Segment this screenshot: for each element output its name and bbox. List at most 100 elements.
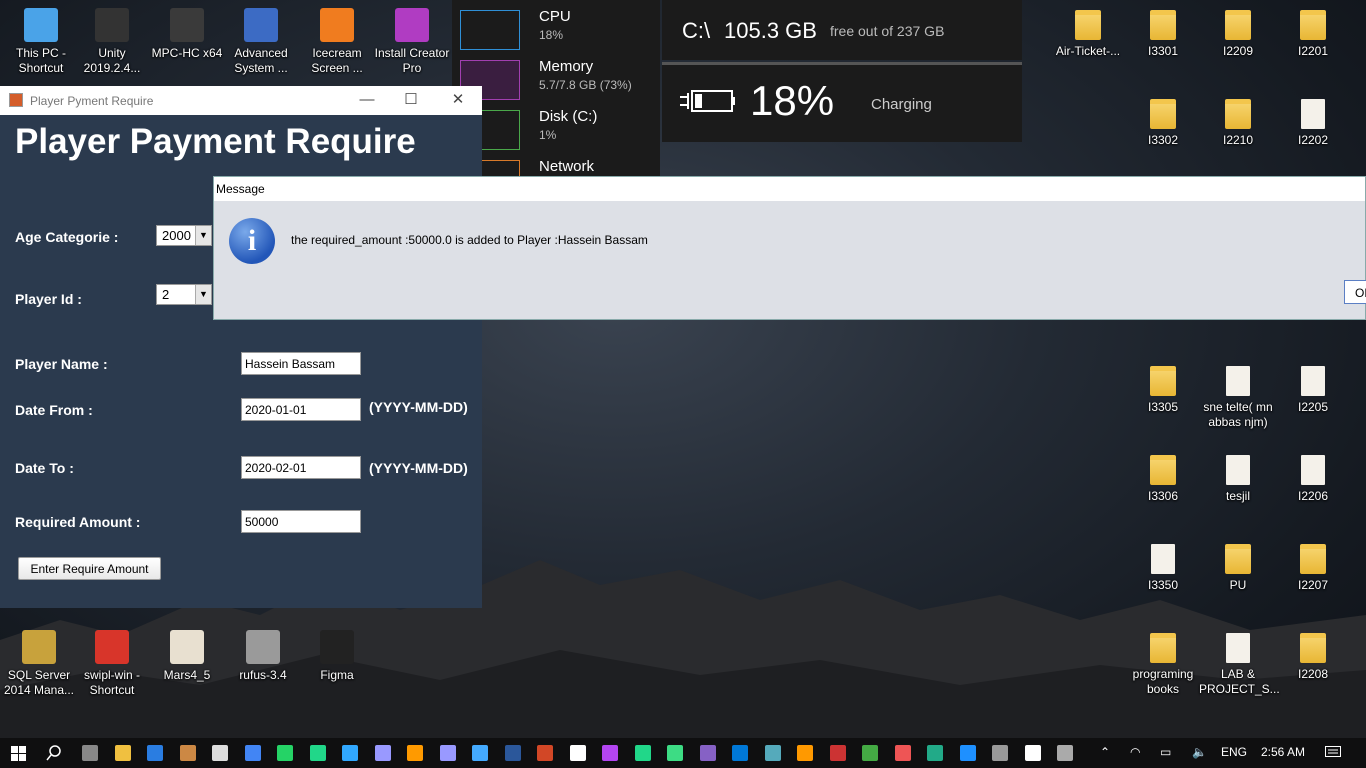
app-icon <box>170 8 204 42</box>
age-category-select[interactable]: 2000 ▼ <box>156 225 212 246</box>
maximize-button[interactable]: ☐ <box>398 89 424 111</box>
illustrator-icon[interactable] <box>439 745 456 761</box>
file-explorer-icon[interactable] <box>179 745 196 761</box>
folder-item[interactable]: Air-Ticket-... <box>1049 10 1127 59</box>
chrome-icon[interactable] <box>277 745 293 761</box>
folder-item[interactable]: I3302 <box>1124 99 1202 148</box>
ok-button[interactable]: OK <box>1344 280 1366 304</box>
date-to-format-hint: (YYYY-MM-DD) <box>369 460 468 476</box>
minimize-button[interactable]: — <box>354 89 380 111</box>
phpstorm-icon[interactable] <box>634 745 651 761</box>
app-icon <box>320 630 354 664</box>
info-icon: i <box>229 218 275 264</box>
terminal-icon[interactable] <box>244 745 261 761</box>
folder-item[interactable]: I3306 <box>1124 455 1202 504</box>
search-icon[interactable] <box>46 745 62 761</box>
virtualbox-icon[interactable] <box>797 745 813 761</box>
desktop-icon[interactable]: SQL Server 2014 Mana... <box>0 630 78 698</box>
powerpoint-icon[interactable] <box>569 745 586 761</box>
volume-icon[interactable]: 🔈 <box>1192 745 1207 759</box>
dreamweaver-icon[interactable] <box>504 745 521 761</box>
app-icon[interactable] <box>894 745 911 761</box>
player-id-select[interactable]: 2 ▼ <box>156 284 212 305</box>
word-icon[interactable] <box>537 745 553 761</box>
app-icon <box>244 8 278 42</box>
chevron-down-icon[interactable]: ▼ <box>195 226 211 245</box>
file-item[interactable]: LAB & PROJECT_S... <box>1199 633 1280 697</box>
pen-icon[interactable] <box>114 745 131 761</box>
task-view-icon[interactable] <box>82 745 98 761</box>
folder-item[interactable]: I2209 <box>1199 10 1277 59</box>
desktop-icon-label: Air-Ticket-... <box>1055 44 1121 58</box>
network-icon[interactable]: ▭ <box>1160 745 1171 759</box>
desktop-icon[interactable]: Mars4_5 <box>148 630 226 683</box>
desktop-icon-label: I2208 <box>1297 667 1329 681</box>
date-to-field[interactable] <box>241 456 361 479</box>
folder-item[interactable]: I2201 <box>1274 10 1352 59</box>
desktop-icon[interactable]: rufus-3.4 <box>224 630 302 683</box>
app-icon[interactable] <box>1024 745 1041 761</box>
camtasia-icon[interactable] <box>342 745 358 761</box>
windows-start-icon[interactable] <box>11 746 26 761</box>
whatsapp-icon[interactable] <box>309 745 326 761</box>
tool-icon[interactable] <box>829 745 846 761</box>
date-from-field[interactable] <box>241 398 361 421</box>
app-icon[interactable] <box>992 745 1008 761</box>
app-icon <box>24 8 58 42</box>
mail-icon[interactable] <box>147 745 163 761</box>
intellij-icon[interactable] <box>602 745 618 761</box>
memory-label: Memory <box>539 58 594 75</box>
folder-item[interactable]: I3301 <box>1124 10 1202 59</box>
enter-require-amount-button[interactable]: Enter Require Amount <box>18 557 161 580</box>
pycharm-icon[interactable] <box>667 745 683 761</box>
page-title: Player Payment Require <box>15 122 416 161</box>
desktop-icon[interactable]: swipl-win - Shortcut <box>73 630 151 698</box>
visual-studio-icon[interactable] <box>732 745 748 761</box>
premiere-icon[interactable] <box>407 745 423 761</box>
photoshop-icon[interactable] <box>374 745 391 761</box>
close-button[interactable]: ✕ <box>445 89 471 111</box>
app-icon[interactable] <box>1057 745 1073 761</box>
vscode-icon[interactable] <box>764 745 781 761</box>
free-space: 105.3 GB <box>724 18 817 43</box>
wifi-icon[interactable]: ◠ <box>1130 745 1140 759</box>
folder-item[interactable]: PU <box>1199 544 1277 593</box>
app-icon[interactable] <box>959 745 976 761</box>
desktop-icon-label: programing books <box>1132 667 1194 696</box>
app-icon <box>320 8 354 42</box>
desktop-icon[interactable]: This PC - Shortcut <box>2 8 80 76</box>
file-item[interactable]: I2206 <box>1274 455 1352 504</box>
desktop-icon[interactable]: Unity 2019.2.4... <box>73 8 151 76</box>
desktop-icon[interactable]: Install Creator Pro <box>373 8 451 76</box>
folder-item[interactable]: I2207 <box>1274 544 1352 593</box>
required-amount-field[interactable] <box>241 510 361 533</box>
chevron-down-icon[interactable]: ▼ <box>195 285 211 304</box>
player-name-field[interactable] <box>241 352 361 375</box>
file-item[interactable]: tesjil <box>1199 455 1277 504</box>
folder-item[interactable]: I2210 <box>1199 99 1277 148</box>
chevron-up-icon[interactable]: ⌃ <box>1100 745 1110 759</box>
file-item[interactable]: I2205 <box>1274 366 1352 415</box>
clock[interactable]: 2:56 AM <box>1261 745 1305 759</box>
app-icon[interactable] <box>927 745 943 761</box>
desktop-icon[interactable]: Figma <box>298 630 376 683</box>
file-item[interactable]: sne telte( mn abbas njm) <box>1199 366 1277 430</box>
xd-icon[interactable] <box>472 745 488 761</box>
desktop-icon[interactable]: MPC-HC x64 <box>148 8 226 61</box>
file-item[interactable]: I3350 <box>1124 544 1202 593</box>
language-indicator[interactable]: ENG <box>1221 745 1247 759</box>
android-studio-icon[interactable] <box>699 745 716 761</box>
dialog-title[interactable]: Message <box>214 177 1365 201</box>
folder-item[interactable]: I3305 <box>1124 366 1202 415</box>
store-icon[interactable] <box>212 745 228 761</box>
notification-center-icon[interactable] <box>1325 746 1341 760</box>
folder-item[interactable]: I2208 <box>1274 633 1352 682</box>
file-item[interactable]: I2202 <box>1274 99 1352 148</box>
window-title-bar[interactable]: Player Pyment Require — ☐ ✕ <box>0 86 482 115</box>
desktop-icon[interactable]: Icecream Screen ... <box>298 8 376 76</box>
desktop-icon[interactable]: Advanced System ... <box>222 8 300 76</box>
xampp-icon[interactable] <box>862 745 878 761</box>
player-name-label: Player Name : <box>15 356 108 372</box>
folder-icon <box>1225 10 1251 40</box>
folder-item[interactable]: programing books <box>1124 633 1202 697</box>
